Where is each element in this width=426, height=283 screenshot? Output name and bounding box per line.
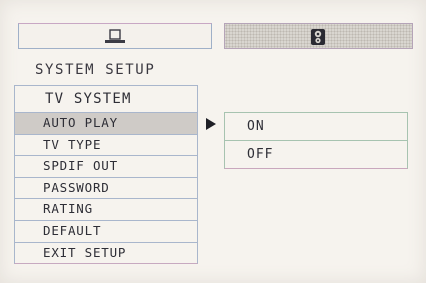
tab-speaker-setup[interactable]: [224, 23, 413, 49]
setup-menu: TV SYSTEM AUTO PLAY TV TYPE SPDIF OUT PA…: [14, 85, 198, 265]
menu-item-password[interactable]: PASSWORD: [14, 176, 198, 200]
menu-item-auto-play[interactable]: AUTO PLAY: [14, 112, 198, 135]
option-on[interactable]: ON: [224, 112, 408, 141]
menu-item-exit-setup[interactable]: EXIT SETUP: [14, 241, 198, 265]
menu-item-tv-type[interactable]: TV TYPE: [14, 133, 198, 157]
menu-item-tv-system[interactable]: TV SYSTEM: [14, 85, 198, 113]
menu-item-spdif-out[interactable]: SPDIF OUT: [14, 155, 198, 178]
monitor-icon: [105, 29, 125, 43]
auto-play-options: ON OFF: [224, 112, 408, 169]
menu-item-default[interactable]: DEFAULT: [14, 219, 198, 243]
menu-item-rating[interactable]: RATING: [14, 198, 198, 221]
speaker-icon: [310, 29, 325, 45]
pointer-arrow-icon: [206, 118, 216, 130]
page-title: SYSTEM SETUP: [35, 62, 156, 78]
osd-screen: SYSTEM SETUP TV SYSTEM AUTO PLAY TV TYPE…: [0, 0, 426, 283]
tab-system-setup[interactable]: [18, 23, 212, 49]
option-off[interactable]: OFF: [224, 140, 408, 169]
